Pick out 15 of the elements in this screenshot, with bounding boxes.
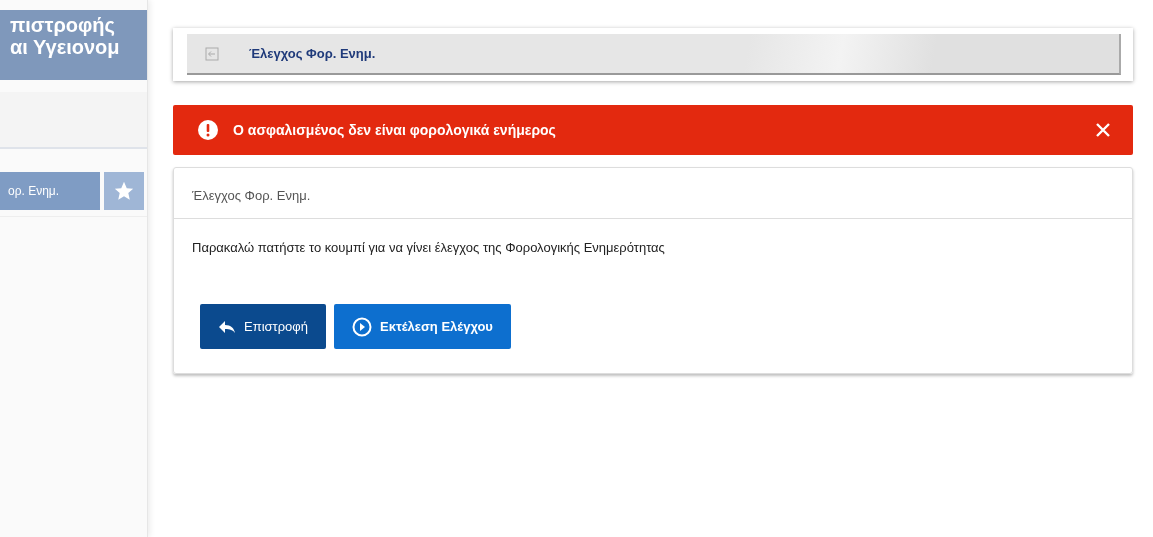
close-icon[interactable]	[1095, 122, 1111, 138]
reply-arrow-icon	[218, 319, 236, 334]
run-check-button[interactable]: Εκτέλεση Ελέγχου	[334, 304, 511, 349]
alert-message: Ο ασφαλισμένος δεν είναι φορολογικά ενήμερος	[233, 122, 557, 138]
breadcrumb-title: Έλεγχος Φορ. Ενημ.	[249, 46, 376, 61]
panel-title: Έλεγχος Φορ. Ενημ.	[192, 188, 311, 203]
sidebar-title: αι Υγειονομ	[10, 36, 121, 58]
play-circle-icon	[352, 316, 372, 337]
sidebar-tab[interactable]: ορ. Ενημ.	[0, 172, 100, 210]
sidebar-title: πιστροφής	[10, 14, 116, 36]
panel-message: Παρακαλώ πατήστε το κουμπί για να γίνει έλεγχος της Φορολογικής Ενημερότητας	[192, 240, 665, 255]
exclamation-icon	[197, 119, 219, 141]
exit-icon	[205, 46, 219, 61]
star-icon	[113, 180, 135, 202]
back-button[interactable]: Επιστροφή	[200, 304, 326, 349]
